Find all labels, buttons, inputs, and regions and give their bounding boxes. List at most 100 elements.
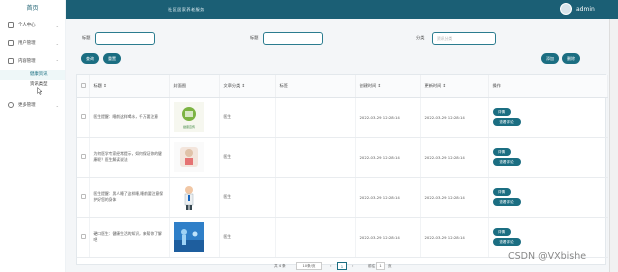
chevron-down-icon: ⌄	[55, 22, 59, 28]
sort-icon: ⇕	[103, 82, 107, 88]
updated-cell: 2022-03-29 12:28:14	[420, 217, 489, 258]
column-header-created[interactable]: 创建时间 ⇕	[355, 75, 421, 98]
app-title: 社区居家养老服务	[168, 7, 205, 12]
checkbox[interactable]	[81, 234, 86, 239]
checkbox[interactable]	[81, 194, 86, 199]
cover-image	[173, 182, 204, 212]
page-size-select[interactable]: 10条/页	[296, 262, 322, 270]
created-cell: 2022-03-29 12:28:14	[355, 177, 421, 218]
row-checkbox-cell[interactable]	[77, 177, 90, 218]
detail-button[interactable]: 详情	[492, 148, 511, 156]
column-header-actions: 操作	[488, 75, 608, 98]
table-row: 医生提醒：睡前这样喝水，千万要注意 健康宣传 医生 2022-03-29 12:…	[77, 97, 608, 138]
table-row: 医生提醒：男人睡了这样睡,睡前要注意保护好您的身体 医生 2022-03-29 …	[77, 177, 608, 218]
updated-cell: 2022-03-29 12:28:14	[420, 137, 489, 178]
sidebar: 首页 个人中心 ⌄ 用户管理 ⌄ 内容管理 ⌃ 健康资讯 资讯类型 更多管理 ⌄	[0, 0, 66, 272]
next-page-button[interactable]: ›	[352, 262, 353, 270]
checkbox[interactable]	[81, 82, 86, 88]
checkbox[interactable]	[81, 154, 86, 159]
title-search-input[interactable]	[95, 32, 155, 45]
sidebar-item-more[interactable]: 更多管理 ⌄	[0, 96, 65, 114]
table-header-row: 标题 ⇕ 封面图 文章分类 ⇕ 标签 创建时间 ⇕ 更新时间 ⇕ 操作	[77, 75, 608, 98]
document-icon	[8, 58, 14, 64]
page-number-current[interactable]: 1	[337, 262, 347, 270]
row-checkbox-cell[interactable]	[77, 137, 90, 178]
title-cell: 为何医学专家经常提示，如何保证你的健康呢？医生解读说法	[89, 137, 170, 178]
search-label-category: 分类	[416, 35, 425, 40]
title-cell: 医生提醒：睡前这样喝水，千万要注意	[89, 97, 170, 138]
goto-suffix: 页	[388, 264, 392, 268]
view-comments-button[interactable]: 查看评论	[492, 238, 521, 246]
tags-cell	[275, 137, 356, 178]
prev-page-button[interactable]: ‹	[330, 262, 331, 270]
created-cell: 2022-03-29 12:28:14	[355, 137, 421, 178]
view-comments-button[interactable]: 查看评论	[492, 158, 521, 166]
username[interactable]: admin	[576, 0, 595, 19]
title-cell: 医生提醒：男人睡了这样睡,睡前要注意保护好您的身体	[89, 177, 170, 218]
select-all-checkbox-cell[interactable]	[77, 75, 90, 98]
search-label-title-2: 标题	[250, 35, 259, 40]
sort-icon: ⇕	[241, 82, 246, 88]
sidebar-item-label: 用户管理	[18, 41, 36, 46]
detail-button[interactable]: 详情	[492, 108, 511, 116]
more-icon	[8, 102, 14, 108]
sidebar-item-profile[interactable]: 个人中心 ⌄	[0, 16, 65, 34]
detail-button[interactable]: 详情	[492, 188, 511, 196]
category-search-input[interactable]: 资讯分类	[432, 32, 496, 45]
vertical-scrollbar[interactable]	[609, 19, 618, 272]
watermark: CSDN @VXbishe	[508, 251, 587, 262]
mouse-cursor-icon	[37, 87, 43, 95]
top-bar: 社区居家养老服务 admin	[66, 0, 618, 19]
delete-button[interactable]: 删除	[562, 53, 580, 64]
chevron-down-icon: ⌄	[55, 102, 59, 108]
main-content: 标题 标题 分类 资讯分类 查询 重置 添加 删除 标题 ⇕ 封面图 文章分类 …	[66, 19, 609, 272]
updated-cell: 2022-03-29 12:28:14	[420, 177, 489, 218]
column-header-title[interactable]: 标题 ⇕	[89, 75, 170, 98]
created-cell: 2022-03-29 12:28:14	[355, 97, 421, 138]
row-checkbox-cell[interactable]	[77, 217, 90, 258]
sidebar-item-label: 个人中心	[18, 23, 36, 28]
sidebar-item-label: 更多管理	[18, 103, 36, 108]
tags-cell	[275, 217, 356, 258]
actions-cell: 详情 查看评论	[488, 177, 608, 218]
reset-button[interactable]: 重置	[103, 53, 121, 64]
sidebar-item-users[interactable]: 用户管理 ⌄	[0, 34, 65, 52]
home-icon	[8, 22, 14, 28]
user-icon	[8, 40, 14, 46]
actions-cell: 详情 查看评论	[488, 97, 608, 138]
sidebar-item-label: 内容管理	[18, 59, 36, 64]
updated-cell: 2022-03-29 12:28:14	[420, 97, 489, 138]
sort-icon: ⇕	[377, 82, 382, 88]
sidebar-subitem-news-type[interactable]: 资讯类型	[0, 80, 65, 90]
pager-total: 共 4 条	[274, 264, 286, 268]
cover-caption: 健康宣传	[182, 124, 194, 129]
avatar[interactable]	[560, 3, 572, 15]
sidebar-subitem-health-news[interactable]: 健康资讯	[0, 70, 65, 80]
row-checkbox-cell[interactable]	[77, 97, 90, 138]
detail-button[interactable]: 详情	[492, 228, 511, 236]
query-button[interactable]: 查询	[81, 53, 99, 64]
add-button[interactable]: 添加	[541, 53, 559, 64]
cover-cell	[169, 137, 220, 178]
column-header-updated[interactable]: 更新时间 ⇕	[420, 75, 489, 98]
search-label-title: 标题	[82, 35, 91, 40]
tags-cell	[275, 177, 356, 218]
cover-cell	[169, 177, 220, 218]
sidebar-item-content[interactable]: 内容管理 ⌃	[0, 52, 65, 70]
chevron-up-icon: ⌃	[55, 58, 59, 64]
cover-image	[173, 222, 204, 252]
checkbox[interactable]	[81, 114, 86, 119]
category-cell: 医生	[219, 137, 276, 178]
second-search-input[interactable]	[263, 32, 323, 45]
tags-cell	[275, 97, 356, 138]
column-header-category[interactable]: 文章分类 ⇕	[219, 75, 276, 98]
title-cell: 硬口医生：健康生活的知识，来帮你了解吧	[89, 217, 170, 258]
goto-page-input[interactable]: 1	[376, 262, 385, 270]
table-row: 为何医学专家经常提示，如何保证你的健康呢？医生解读说法 医生 2022-03-2…	[77, 137, 608, 178]
view-comments-button[interactable]: 查看评论	[492, 198, 521, 206]
chevron-down-icon: ⌄	[55, 40, 59, 46]
category-cell: 医生	[219, 217, 276, 258]
created-cell: 2022-03-29 12:28:14	[355, 217, 421, 258]
view-comments-button[interactable]: 查看评论	[492, 118, 521, 126]
data-table: 标题 ⇕ 封面图 文章分类 ⇕ 标签 创建时间 ⇕ 更新时间 ⇕ 操作 医生提醒…	[76, 74, 608, 265]
